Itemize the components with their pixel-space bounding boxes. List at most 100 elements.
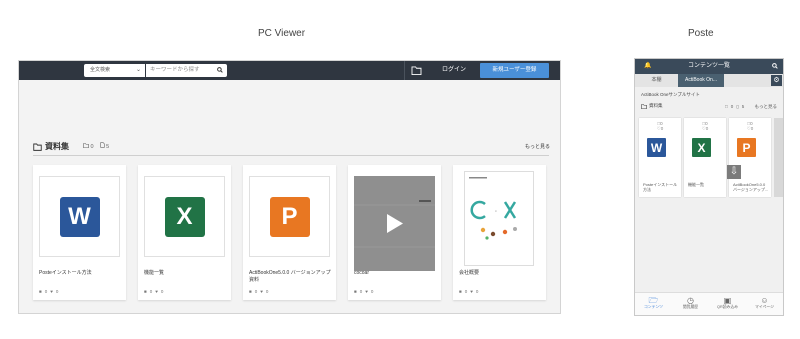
mobile-section-label: 資料集	[649, 103, 663, 108]
folder-icon	[83, 142, 89, 148]
qr-icon: ▣	[723, 296, 732, 305]
user-icon: ☺	[760, 296, 769, 305]
mobile-card-title: Posteインストール方法	[643, 182, 678, 192]
card-thumbnail	[354, 176, 435, 271]
folder-icon: 🗁	[648, 296, 659, 305]
powerpoint-icon: P	[269, 196, 310, 237]
folder-icon	[411, 66, 421, 75]
heart-icon: ♥	[50, 289, 53, 294]
comment-count: 0	[44, 289, 48, 294]
content-card[interactable]: × 会社概要 ■ 0 ♥ 0	[453, 165, 546, 300]
mobile-content-card[interactable]: □0 ♡0 W Posteインストール方法	[639, 118, 681, 197]
like-count: 0	[475, 289, 479, 294]
heart-icon: ♥	[470, 289, 473, 294]
comment-count: 0	[359, 289, 363, 294]
nav-mypage[interactable]: ☺ マイページ	[746, 296, 783, 310]
search-scope-select[interactable]: 全文検索 ⌄	[84, 64, 145, 77]
mobile-card-title: ActiBookOne5.0.0バージョンアップ...	[733, 182, 769, 192]
mobile-section-counts: □ 0 ▯ 5	[725, 104, 744, 110]
nav-history[interactable]: ◷ 閲覧履歴	[672, 296, 709, 310]
register-button[interactable]: 新規ユーザー登録	[480, 63, 549, 78]
search-input[interactable]: キーワードから探す	[146, 64, 227, 77]
heart-icon: ♥	[260, 289, 263, 294]
pc-viewer-window: 全文検索 ⌄ キーワードから探す ログイン 新規ユーザー登録 資料集 0 5 も…	[18, 60, 561, 314]
pc-viewer-caption: PC Viewer	[258, 28, 306, 39]
poste-mobile-window: 🔔 コンテンツ一覧 本棚 ActiBook On... ⚙ ActiBook O…	[634, 58, 784, 316]
clock-icon: ◷	[687, 296, 694, 305]
powerpoint-icon: P	[737, 138, 756, 157]
card-thumbnail: P	[249, 176, 330, 257]
download-icon[interactable]: ⇩	[727, 165, 741, 179]
login-button[interactable]: ログイン	[429, 61, 479, 80]
partial-card	[774, 118, 783, 197]
comment-icon: ■	[144, 289, 147, 294]
mobile-content-card[interactable]: □0 ♡0 P ActiBookOne5.0.0バージョンアップ...	[729, 118, 771, 197]
mobile-header: 🔔 コンテンツ一覧	[635, 59, 783, 74]
card-title: 会社概要	[459, 270, 480, 276]
mini-stats: □0 ♡0	[746, 121, 754, 131]
file-icon	[99, 142, 105, 148]
like-count: 0	[265, 289, 269, 294]
video-thumbnail	[354, 176, 435, 271]
content-card[interactable]: cocoar ■ 0 ♥ 0	[348, 165, 441, 300]
file-count-value: 5	[106, 144, 110, 150]
divider	[33, 155, 549, 156]
folder-button[interactable]	[404, 61, 427, 80]
play-icon	[387, 214, 403, 233]
mobile-content-card[interactable]: □0 ♡0 X 機能一覧	[684, 118, 726, 197]
mobile-tabs: 本棚 ActiBook On... ⚙	[635, 74, 783, 87]
section-counts: 0 5	[83, 142, 109, 150]
card-stats: ■ 0 ♥ 0	[354, 289, 373, 294]
like-count: 0	[660, 126, 664, 131]
card-thumbnail: W	[39, 176, 120, 257]
nav-label: コンテンツ	[644, 305, 663, 309]
mobile-file-count: 5	[741, 104, 745, 109]
more-link[interactable]: もっと見る	[525, 143, 550, 150]
like-count: 0	[160, 289, 164, 294]
bell-icon[interactable]: 🔔	[644, 59, 651, 74]
like-count: 0	[705, 126, 709, 131]
card-stats: ■ 0 ♥ 0	[144, 289, 163, 294]
content-card[interactable]: W Posteインストール方法 ■ 0 ♥ 0	[33, 165, 126, 300]
card-title: Posteインストール方法	[39, 270, 92, 276]
like-count: 0	[750, 126, 754, 131]
card-title: ActiBookOne5.0.0 バージョンアップ資料	[249, 270, 331, 283]
content-card[interactable]: X 機能一覧 ■ 0 ♥ 0	[138, 165, 231, 300]
nav-contents[interactable]: 🗁 コンテンツ	[635, 296, 672, 310]
search-icon[interactable]	[217, 64, 223, 78]
tab-actibook[interactable]: ActiBook On...	[678, 74, 724, 87]
file-count: 5	[99, 142, 110, 150]
gear-icon[interactable]: ⚙	[771, 75, 782, 86]
chevron-down-icon: ⌄	[135, 67, 141, 73]
mobile-section-title: 資料集	[641, 103, 663, 109]
comment-icon: ■	[459, 289, 462, 294]
card-stats: ■ 0 ♥ 0	[459, 289, 478, 294]
section-title-label: 資料集	[45, 142, 69, 151]
mobile-more-link[interactable]: もっと見る	[755, 104, 778, 110]
excel-icon: X	[692, 138, 711, 157]
search-placeholder: キーワードから探す	[150, 67, 200, 73]
nav-label: 閲覧履歴	[682, 305, 699, 309]
comment-count: 0	[464, 289, 468, 294]
mobile-folder-count: 0	[730, 104, 734, 109]
folder-count: 0	[83, 142, 94, 150]
content-card[interactable]: P ActiBookOne5.0.0 バージョンアップ資料 ■ 0 ♥ 0	[243, 165, 336, 300]
folder-icon: □	[725, 104, 728, 109]
tab-bookshelf[interactable]: 本棚	[635, 74, 678, 87]
file-icon: ▯	[736, 104, 739, 109]
excel-icon: X	[164, 196, 205, 237]
nav-qr[interactable]: ▣ QR読み込み	[709, 296, 746, 310]
comment-count: 0	[254, 289, 258, 294]
like-count: 0	[370, 289, 374, 294]
svg-text:×: ×	[495, 209, 497, 213]
comment-icon: ■	[39, 289, 42, 294]
mini-stats: □0 ♡0	[656, 121, 664, 131]
folder-count-value: 0	[90, 143, 94, 150]
card-stats: ■ 0 ♥ 0	[39, 289, 58, 294]
comment-icon: ■	[354, 289, 357, 294]
like-count: 0	[55, 289, 59, 294]
mobile-card-title: 機能一覧	[688, 182, 704, 187]
heart-icon: ♥	[155, 289, 158, 294]
folder-icon	[33, 143, 42, 151]
word-icon: W	[647, 138, 666, 157]
